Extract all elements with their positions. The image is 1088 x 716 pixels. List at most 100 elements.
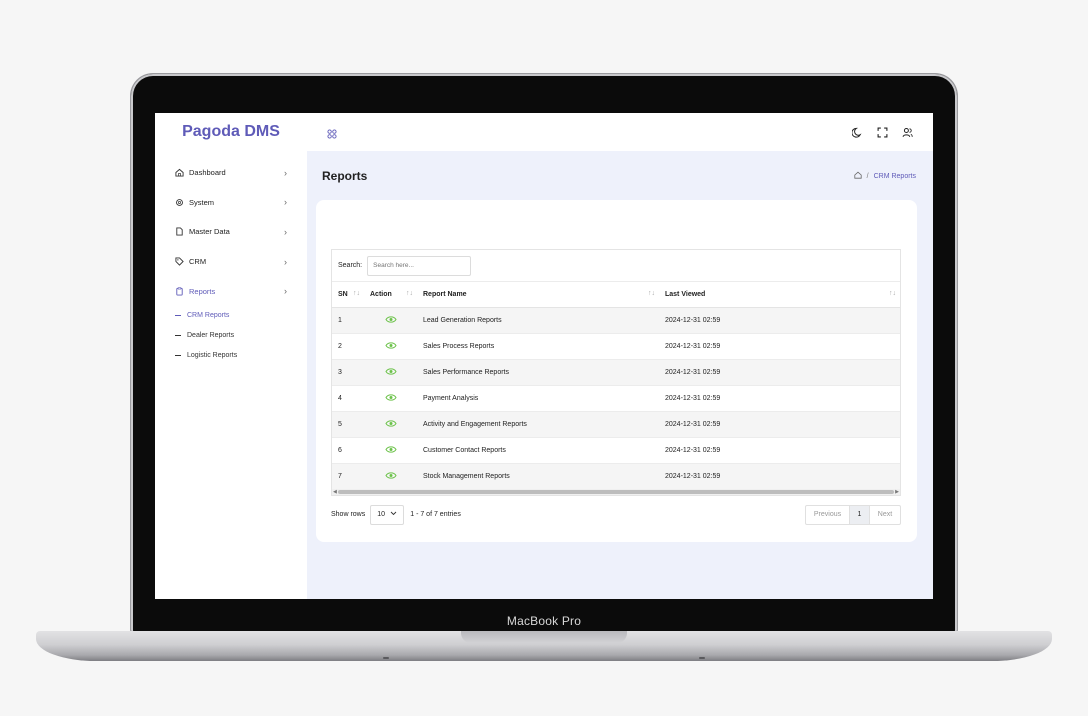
sidebar-item-label: CRM [189,257,207,267]
table-row: 4 Payment Analysis 2024-12-31 02:59 [332,385,900,412]
page-title: Reports [322,169,368,183]
sidebar-item-master-data[interactable]: Master Data › [155,217,307,247]
eye-icon[interactable] [384,315,397,324]
dash-icon [175,355,181,357]
eye-icon[interactable] [384,445,397,454]
topbar-actions [851,125,913,143]
chevron-right-icon: › [284,226,287,237]
cell-action [364,333,417,360]
cell-sn: 6 [332,437,364,464]
sort-icon[interactable]: ↑↓ [648,290,655,297]
scroll-left-icon[interactable]: ◀ [333,489,337,495]
cell-report-name: Sales Performance Reports [417,359,659,386]
scrollbar-thumb[interactable] [338,490,894,494]
chevron-down-icon [390,511,397,518]
chevron-right-icon: › [284,286,287,297]
sidebar-item-label: Master Data [189,227,230,237]
fullscreen-icon[interactable] [877,125,888,143]
screen: Pagoda DMS Dashboard › System › Master D… [155,113,933,599]
eye-icon[interactable] [384,393,397,402]
submenu-item-label: Logistic Reports [187,352,238,360]
cell-last-viewed: 2024-12-31 02:59 [659,385,900,412]
column-header-last-viewed[interactable]: Last Viewed ↑↓ [659,282,900,308]
breadcrumb-current[interactable]: CRM Reports [874,173,916,180]
table-row: 5 Activity and Engagement Reports 2024-1… [332,411,900,438]
cell-sn: 7 [332,463,364,490]
chevron-right-icon: › [284,167,287,178]
dash-icon [175,315,181,317]
eye-icon[interactable] [384,471,397,480]
cell-last-viewed: 2024-12-31 02:59 [659,359,900,386]
submenu-item-dealer-reports[interactable]: Dealer Reports [175,326,307,346]
sidebar-item-system[interactable]: System › [155,188,307,218]
reports-table: SN ↑↓ Action ↑↓ Report Name ↑↓ Last Viewed ↑… [332,282,900,490]
cell-sn: 3 [332,359,364,386]
device-label: MacBook Pro [506,614,582,628]
eye-icon[interactable] [384,367,397,376]
cell-last-viewed: 2024-12-31 02:59 [659,437,900,464]
tag-icon [175,257,184,266]
eye-icon[interactable] [384,419,397,428]
submenu-item-crm-reports[interactable]: CRM Reports [175,306,307,326]
reports-submenu: CRM Reports Dealer Reports Logistic Repo… [155,306,307,366]
cell-report-name: Stock Management Reports [417,463,659,490]
cell-action [364,463,417,490]
laptop-foot [699,657,705,659]
column-header-action[interactable]: Action ↑↓ [364,282,417,308]
cell-action [364,385,417,412]
cell-report-name: Activity and Engagement Reports [417,411,659,438]
rows-per-page-select[interactable]: 10 [370,504,405,525]
search-label: Search: [338,262,363,269]
table-row: 3 Sales Performance Reports 2024-12-31 0… [332,359,900,386]
cell-sn: 4 [332,385,364,412]
sort-icon[interactable]: ↑↓ [406,290,413,297]
previous-button[interactable]: Previous [806,505,850,524]
sidebar-item-dashboard[interactable]: Dashboard › [155,158,307,188]
chevron-right-icon: › [284,197,287,208]
page-button-1[interactable]: 1 [850,505,870,524]
brand-logo[interactable]: Pagoda DMS [155,123,307,141]
sidebar-item-crm[interactable]: CRM › [155,247,307,277]
cell-report-name: Customer Contact Reports [417,437,659,464]
cell-last-viewed: 2024-12-31 02:59 [659,411,900,438]
sidebar-nav: Dashboard › System › Master Data › CRM ›… [155,158,307,366]
sort-icon[interactable]: ↑↓ [889,290,896,297]
cell-report-name: Payment Analysis [417,385,659,412]
entries-info: 1 - 7 of 7 entries [410,511,461,518]
table-row: 6 Customer Contact Reports 2024-12-31 02… [332,437,900,464]
apps-icon[interactable] [327,126,337,144]
sidebar-item-label: Reports [189,286,216,296]
cell-last-viewed: 2024-12-31 02:59 [659,463,900,490]
table-row: 1 Lead Generation Reports 2024-12-31 02:… [332,307,900,334]
cell-sn: 2 [332,333,364,360]
cell-action [364,411,417,438]
laptop-notch [461,631,627,643]
gear-icon [175,198,184,207]
horizontal-scrollbar[interactable]: ◀ ▶ [332,489,900,495]
eye-icon[interactable] [384,341,397,350]
sidebar-item-reports[interactable]: Reports › [155,276,307,306]
column-header-report-name[interactable]: Report Name ↑↓ [417,282,659,308]
sidebar-item-label: Dashboard [189,168,226,178]
sidebar-item-label: System [189,197,215,207]
rows-per-page-value: 10 [377,511,386,518]
cell-sn: 1 [332,307,364,334]
column-header-sn[interactable]: SN ↑↓ [332,282,364,308]
next-button[interactable]: Next [870,506,900,524]
show-rows-label: Show rows [331,511,366,518]
reports-card: Search: SN↑↓ Action↑↓ Report Name↑↓ Last… [316,200,917,542]
submenu-item-logistic-reports[interactable]: Logistic Reports [175,346,307,366]
dash-icon [175,335,181,337]
scroll-right-icon[interactable]: ▶ [895,489,899,495]
moon-icon[interactable] [851,125,863,143]
search-input[interactable] [367,255,472,276]
breadcrumb-separator: / [866,172,869,180]
table-footer: Show rows 10 1 - 7 of 7 entries Previous… [331,504,901,525]
cell-report-name: Sales Process Reports [417,333,659,360]
search-row: Search: [332,250,900,282]
home-icon[interactable] [854,171,862,181]
sort-icon[interactable]: ↑↓ [353,290,360,297]
file-icon [175,227,184,237]
user-icon[interactable] [902,125,913,143]
cell-sn: 5 [332,411,364,438]
